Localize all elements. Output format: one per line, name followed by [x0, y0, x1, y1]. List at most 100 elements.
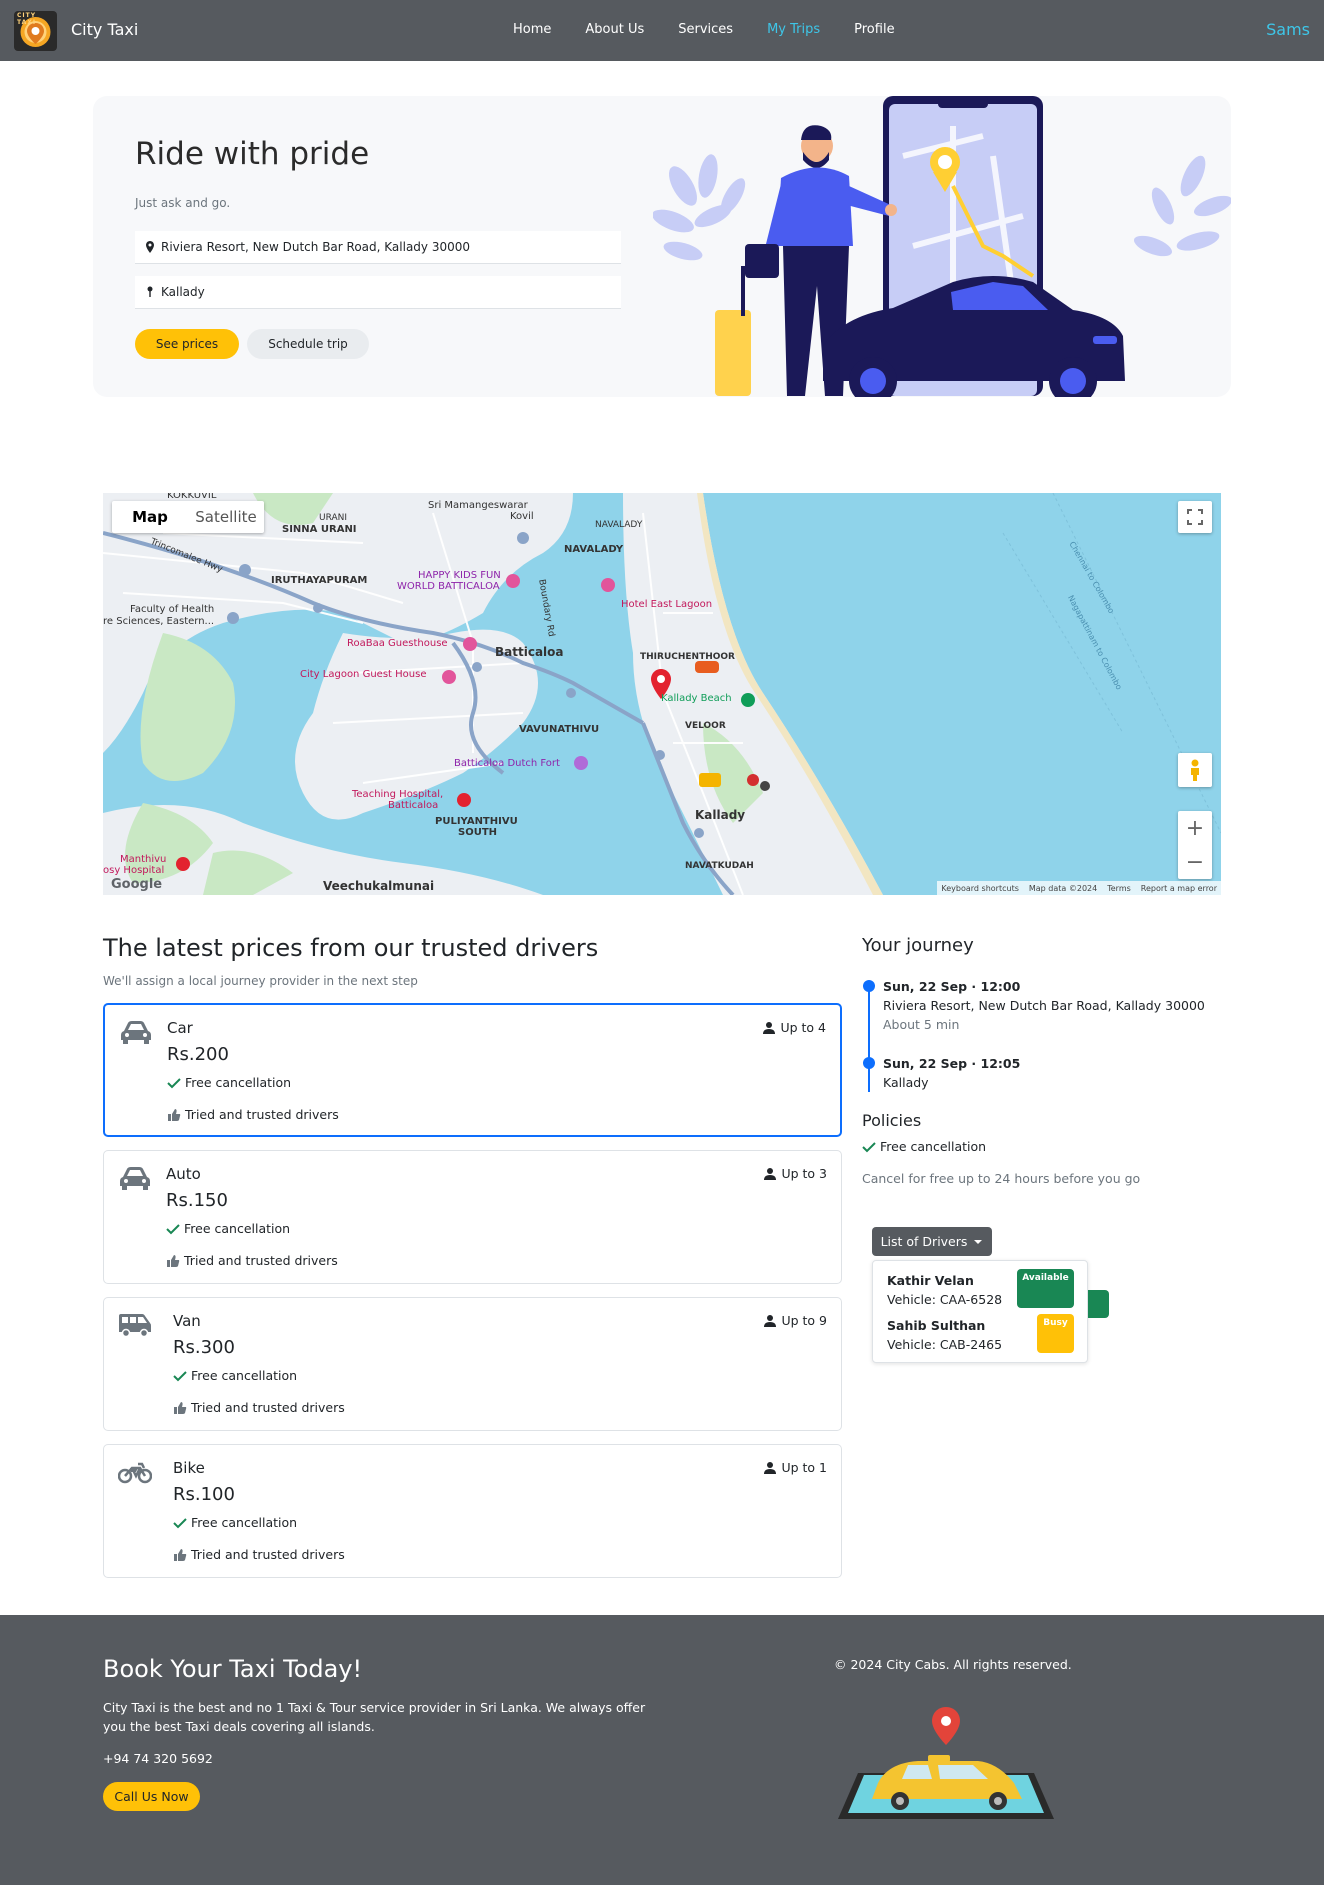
trusted-drivers: Tried and trusted drivers [173, 1547, 345, 1562]
map-label: URANI [319, 513, 348, 523]
car-icon [121, 1021, 151, 1044]
nav-profile[interactable]: Profile [854, 22, 894, 40]
vehicle-card-auto[interactable]: Auto Rs.150 Free cancellation Tried and … [103, 1150, 842, 1284]
prices-subtitle: We'll assign a local journey provider in… [103, 974, 418, 988]
brand-name[interactable]: City Taxi [71, 20, 138, 39]
capacity-text: Up to 9 [781, 1313, 827, 1328]
capacity-text: Up to 3 [781, 1166, 827, 1181]
map-label: Faculty of Health [130, 604, 215, 615]
map-label: NAVALADY [564, 544, 624, 555]
timeline-line [868, 985, 870, 1092]
nav-services[interactable]: Services [678, 22, 733, 40]
thumbs-up-icon [167, 1254, 180, 1267]
fullscreen-button[interactable] [1178, 501, 1212, 533]
pickup-value: Riviera Resort, New Dutch Bar Road, Kall… [161, 240, 471, 254]
vehicle-name: Van [173, 1312, 201, 1330]
nav-home[interactable]: Home [513, 22, 551, 40]
thumbs-up-icon [168, 1108, 181, 1121]
map-label: SOUTH [458, 827, 498, 838]
auto-icon [120, 1167, 150, 1190]
journey-title: Your journey [862, 935, 974, 956]
footer: Book Your Taxi Today! City Taxi is the b… [0, 1615, 1324, 1885]
van-icon [119, 1314, 151, 1338]
map-label: Teaching Hospital, [352, 789, 444, 800]
route-map[interactable]: KOKKUVIL Sri Mamangeswarar Kovil URANI S… [103, 493, 1221, 895]
vehicle-card-van[interactable]: Van Rs.300 Free cancellation Tried and t… [103, 1297, 842, 1431]
street-view-button[interactable] [1178, 753, 1212, 787]
trusted-drivers-text: Tried and trusted drivers [191, 1400, 345, 1415]
brand-logo[interactable]: CITY TAXI [14, 11, 57, 51]
logo-text: CITY TAXI [17, 12, 37, 26]
bike-icon [118, 1462, 152, 1484]
side-tab[interactable] [1088, 1290, 1109, 1318]
driver-name[interactable]: Sahib Sulthan [887, 1318, 985, 1333]
caret-down-icon [974, 1239, 983, 1244]
dropoff-value: Kallady [161, 285, 205, 299]
map-type-toggle: Map Satellite [112, 501, 264, 533]
keyboard-shortcuts-link[interactable]: Keyboard shortcuts [941, 884, 1018, 893]
vehicle-name: Bike [173, 1459, 205, 1477]
map-label: NAVALADY [595, 520, 643, 530]
pickup-field[interactable]: Riviera Resort, New Dutch Bar Road, Kall… [135, 231, 621, 264]
vehicle-price: Rs.100 [173, 1484, 235, 1505]
check-icon [173, 1370, 187, 1381]
list-of-drivers-dropdown[interactable]: List of Drivers [872, 1227, 992, 1256]
policy-item: Free cancellation [862, 1139, 986, 1154]
call-us-button[interactable]: Call Us Now [103, 1782, 200, 1811]
user-name[interactable]: Sams [1266, 20, 1310, 39]
taxi-phone-illustration [838, 1707, 1054, 1819]
map-label: KOKKUVIL [167, 493, 217, 501]
dropoff-field[interactable]: Kallady [135, 276, 621, 309]
check-icon [862, 1141, 876, 1152]
schedule-trip-button[interactable]: Schedule trip [247, 329, 369, 359]
timeline-dot [863, 980, 875, 992]
map-label: City Lagoon Guest House [300, 669, 427, 680]
zoom-out-button[interactable]: − [1186, 845, 1204, 879]
capacity-text: Up to 1 [781, 1460, 827, 1475]
free-cancellation-text: Free cancellation [184, 1221, 291, 1236]
free-cancellation-text: Free cancellation [191, 1515, 298, 1530]
driver-name[interactable]: Kathir Velan [887, 1273, 974, 1288]
google-logo: Google [111, 877, 163, 892]
person-icon [764, 1167, 777, 1180]
stop-place: Riviera Resort, New Dutch Bar Road, Kall… [883, 998, 1205, 1013]
trusted-drivers-text: Tried and trusted drivers [191, 1547, 345, 1562]
zoom-controls: + − [1178, 811, 1212, 879]
capacity: Up to 4 [762, 1020, 826, 1035]
trusted-drivers: Tried and trusted drivers [167, 1107, 339, 1122]
see-prices-button[interactable]: See prices [135, 329, 239, 359]
report-error-link[interactable]: Report a map error [1141, 884, 1217, 893]
prices-title: The latest prices from our trusted drive… [103, 934, 599, 962]
map-label: Kovil [510, 511, 534, 522]
map-label: NAVATKUDAH [685, 861, 754, 871]
map-tab-satellite[interactable]: Satellite [188, 501, 264, 533]
stop-place: Kallady [883, 1075, 929, 1090]
stop-duration: About 5 min [883, 1017, 960, 1032]
map-label: re Sciences, Eastern... [103, 616, 215, 627]
vehicle-card-car[interactable]: Car Rs.200 Free cancellation Tried and t… [103, 1003, 842, 1137]
terms-link[interactable]: Terms [1107, 884, 1131, 893]
fullscreen-icon [1187, 509, 1203, 525]
thumbs-up-icon [174, 1548, 187, 1561]
map-label: SINNA URANI [282, 524, 357, 535]
nav-my-trips[interactable]: My Trips [767, 22, 820, 40]
nav-about[interactable]: About Us [585, 22, 644, 40]
map-tab-map[interactable]: Map [112, 501, 188, 533]
hero-panel: Ride with pride Just ask and go. Riviera… [93, 96, 1231, 397]
capacity: Up to 3 [763, 1166, 827, 1181]
zoom-in-button[interactable]: + [1186, 811, 1204, 845]
drivers-list: Kathir Velan Vehicle: CAA-6528 Available… [872, 1260, 1088, 1363]
vehicle-price: Rs.200 [167, 1044, 229, 1065]
map-label: HAPPY KIDS FUN [418, 570, 501, 581]
policy-text: Free cancellation [880, 1139, 987, 1154]
map-label: VELOOR [685, 721, 726, 731]
copyright: © 2024 City Cabs. All rights reserved. [834, 1657, 1072, 1672]
nav-links: Home About Us Services My Trips Profile [513, 22, 929, 40]
vehicle-card-bike[interactable]: Bike Rs.100 Free cancellation Tried and … [103, 1444, 842, 1578]
capacity: Up to 1 [763, 1460, 827, 1475]
person-icon [764, 1314, 777, 1327]
trusted-drivers-text: Tried and trusted drivers [184, 1253, 338, 1268]
footer-phone: +94 74 320 5692 [103, 1751, 213, 1766]
hero-taxi-illustration [653, 96, 1231, 397]
map-label: Kallady [695, 808, 746, 822]
